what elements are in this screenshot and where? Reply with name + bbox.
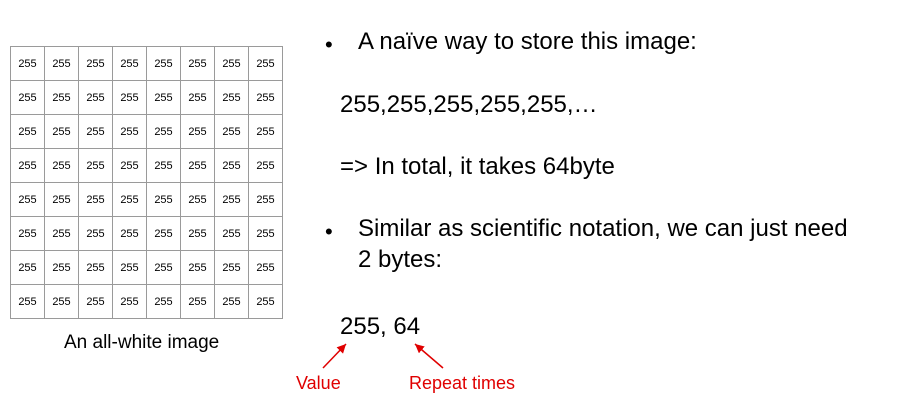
annotation-arrows — [322, 343, 444, 369]
value-arrow — [322, 343, 347, 369]
repeat-times-label: Repeat times — [409, 373, 516, 393]
value-label: Value — [296, 373, 341, 393]
repeat-arrow — [414, 343, 444, 369]
